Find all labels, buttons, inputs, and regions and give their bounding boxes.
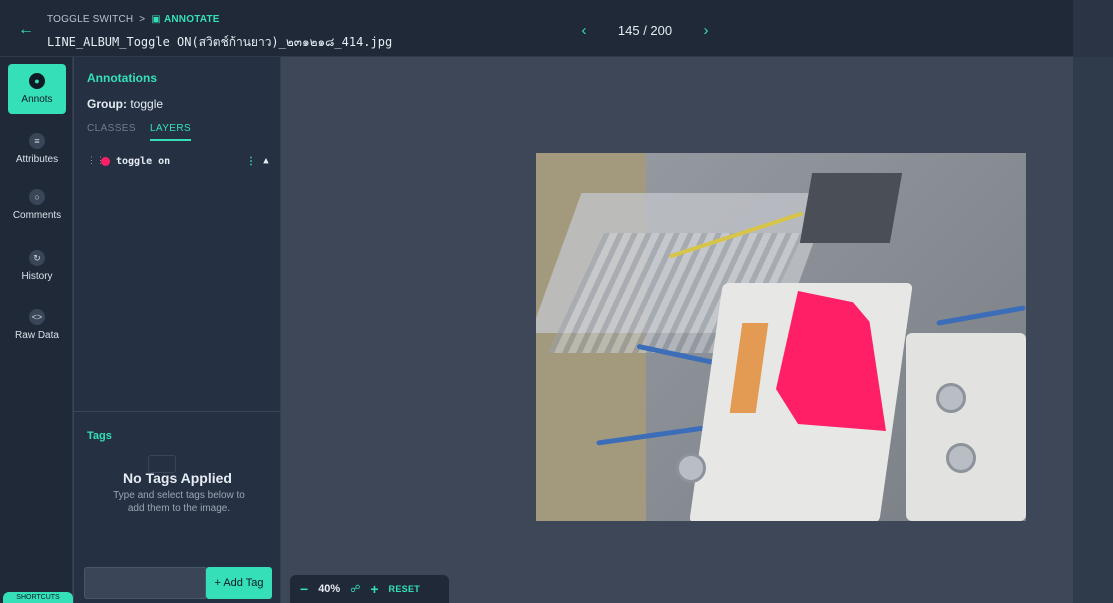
rail-item-raw-data[interactable]: <> Raw Data xyxy=(8,300,66,350)
reset-zoom-button[interactable]: RESET xyxy=(389,584,421,594)
breadcrumb-parent[interactable]: TOGGLE SWITCH xyxy=(47,14,133,25)
tab-classes[interactable]: CLASSES xyxy=(87,123,136,141)
rail-item-annots[interactable]: ● Annots xyxy=(8,64,66,114)
rail-item-label: Comments xyxy=(12,210,62,221)
panel-tabs: CLASSES LAYERS xyxy=(87,123,192,141)
more-options-icon[interactable]: ⋮ xyxy=(243,156,259,167)
tags-title: Tags xyxy=(87,430,112,442)
tags-empty-description: Type and select tags below to add them t… xyxy=(113,490,245,514)
layer-row[interactable]: ⋮⋮ toggle on ⋮ ▲ xyxy=(87,153,273,169)
unlock-icon[interactable]: ☍ xyxy=(350,584,360,595)
annotation-canvas[interactable]: − 40% ☍ + RESET xyxy=(282,57,1073,603)
left-rail: ● Annots ≡ Attributes ○ Comments ↻ Histo… xyxy=(0,57,73,603)
visibility-toggle-icon[interactable]: ▲ xyxy=(259,156,273,166)
layer-color-dot xyxy=(101,156,110,166)
file-name: LINE_ALBUM_Toggle ON(สวิตช์ก้านยาว)_๒๓๑๒… xyxy=(47,35,393,49)
drag-handle-icon[interactable]: ⋮⋮ xyxy=(87,156,105,166)
rail-item-comments[interactable]: ○ Comments xyxy=(8,180,66,230)
chevron-right-icon: > xyxy=(139,14,146,25)
image-pager: ‹ 145 / 200 › xyxy=(575,17,715,43)
group-label: Group: xyxy=(87,97,127,111)
zoom-in-button[interactable]: + xyxy=(370,581,378,597)
breadcrumb-current: ANNOTATE xyxy=(163,14,220,25)
rail-item-label: Annots xyxy=(21,94,53,105)
topbar-right-section xyxy=(1073,0,1113,57)
zoom-out-button[interactable]: − xyxy=(300,581,308,597)
add-tag-button[interactable]: + Add Tag xyxy=(206,567,272,599)
back-arrow-icon[interactable]: ← xyxy=(18,22,34,38)
group-value: toggle xyxy=(130,97,164,111)
zoom-controls: − 40% ☍ + RESET xyxy=(290,575,449,603)
rail-item-history[interactable]: ↻ History xyxy=(8,241,66,291)
rail-item-attributes[interactable]: ≡ Attributes xyxy=(8,124,66,174)
rail-item-label: Attributes xyxy=(15,154,59,165)
history-icon: ↻ xyxy=(29,250,45,266)
rail-item-label: Raw Data xyxy=(15,330,59,341)
rail-item-label: History xyxy=(21,271,53,282)
attributes-icon: ≡ xyxy=(29,133,45,149)
next-image-icon[interactable]: › xyxy=(697,22,715,39)
tab-layers[interactable]: LAYERS xyxy=(149,123,192,141)
previous-image-icon[interactable]: ‹ xyxy=(575,22,593,39)
panel-title: Annotations xyxy=(87,71,157,85)
annotations-panel: Annotations Group: toggle CLASSES LAYERS… xyxy=(74,57,281,603)
image-icon: ▣ xyxy=(151,14,161,25)
shortcuts-button[interactable]: SHORTCUTS xyxy=(3,592,73,603)
tags-empty-title: No Tags Applied xyxy=(123,470,232,486)
zoom-level: 40% xyxy=(318,583,341,595)
top-bar: ← TOGGLE SWITCH > ▣ ANNOTATE LINE_ALBUM_… xyxy=(0,0,1113,57)
divider xyxy=(74,411,281,412)
tag-input[interactable] xyxy=(84,567,206,599)
layer-label: toggle on xyxy=(116,155,171,167)
annotated-image[interactable] xyxy=(536,153,1026,521)
code-icon: <> xyxy=(29,309,45,325)
group-info: Group: toggle xyxy=(87,97,163,111)
pager-count: 145 / 200 xyxy=(617,22,673,38)
comment-icon: ○ xyxy=(29,189,45,205)
breadcrumb: TOGGLE SWITCH > ▣ ANNOTATE xyxy=(47,14,220,25)
annots-icon: ● xyxy=(29,73,45,89)
right-side-panel xyxy=(1073,57,1113,603)
